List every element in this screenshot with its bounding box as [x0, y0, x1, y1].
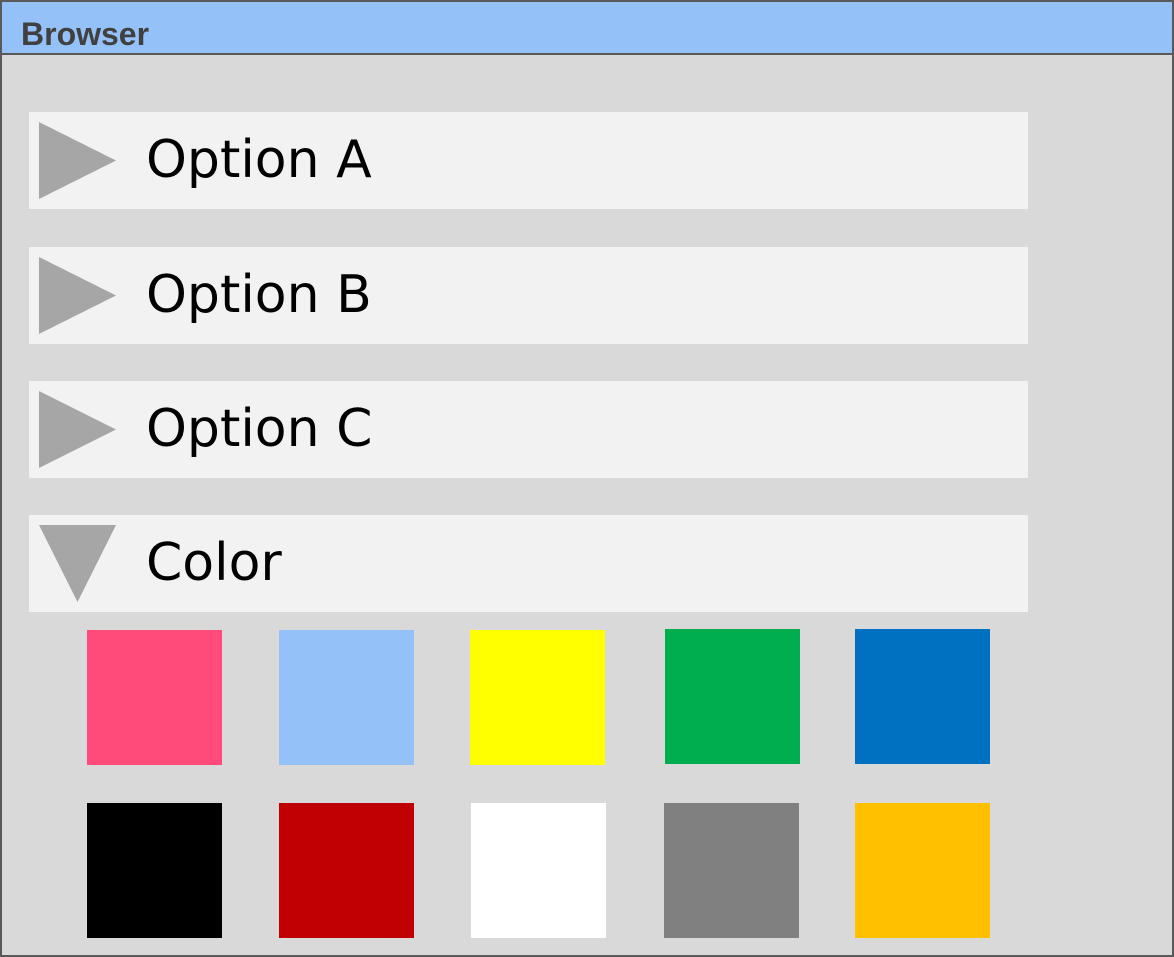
- triangle-right-icon[interactable]: [39, 391, 116, 468]
- color-swatch-black[interactable]: [87, 803, 222, 938]
- color-swatch-green[interactable]: [665, 629, 800, 764]
- color-swatch-blue[interactable]: [855, 629, 990, 764]
- option-c-row[interactable]: Option C: [29, 381, 1028, 478]
- browser-window: Browser Option A Option B Option C Color: [0, 0, 1174, 957]
- color-row[interactable]: Color: [29, 515, 1028, 612]
- color-swatch-orange[interactable]: [855, 803, 990, 938]
- color-label: Color: [146, 533, 282, 593]
- option-b-row[interactable]: Option B: [29, 247, 1028, 344]
- option-b-label: Option B: [146, 265, 372, 325]
- color-swatch-yellow[interactable]: [470, 630, 605, 765]
- color-swatch-light-blue[interactable]: [279, 630, 414, 765]
- option-a-row[interactable]: Option A: [29, 112, 1028, 209]
- title-bar: Browser: [2, 2, 1172, 55]
- triangle-right-icon[interactable]: [39, 122, 116, 199]
- color-swatch-red[interactable]: [279, 803, 414, 938]
- color-swatch-white[interactable]: [471, 803, 606, 938]
- triangle-right-icon[interactable]: [39, 257, 116, 334]
- triangle-down-icon[interactable]: [39, 525, 116, 602]
- window-title: Browser: [21, 16, 150, 52]
- color-swatch-pink[interactable]: [87, 630, 222, 765]
- option-c-label: Option C: [146, 399, 373, 459]
- color-swatch-gray[interactable]: [664, 803, 799, 938]
- option-a-label: Option A: [146, 130, 372, 190]
